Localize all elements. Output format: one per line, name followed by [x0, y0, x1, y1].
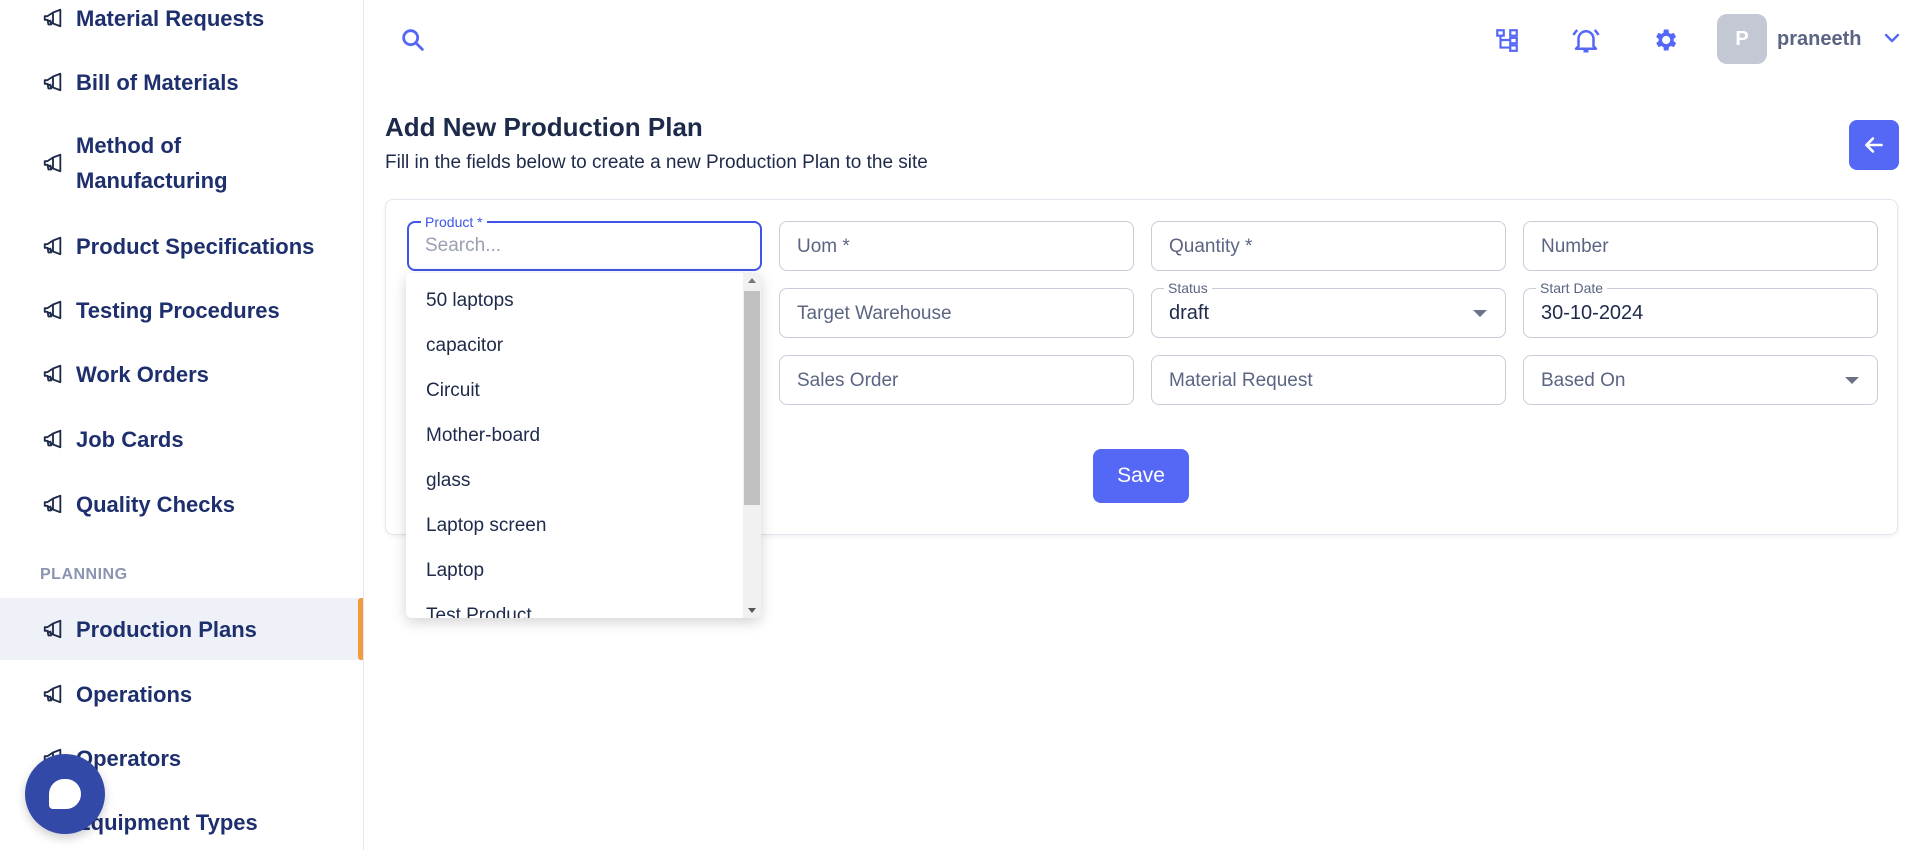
scroll-up-arrow-icon[interactable] — [748, 278, 756, 283]
dropdown-option[interactable]: Laptop — [426, 560, 484, 582]
sidebar-item-work-orders[interactable]: Work Orders — [0, 356, 362, 392]
save-button[interactable]: Save — [1093, 449, 1189, 503]
megaphone-icon — [40, 361, 66, 387]
material-request-placeholder: Material Request — [1169, 370, 1313, 391]
megaphone-icon — [40, 150, 66, 176]
start-date-field[interactable]: Start Date 30-10-2024 — [1523, 280, 1878, 338]
based-on-placeholder: Based On — [1541, 370, 1626, 391]
caret-down-icon — [1473, 310, 1487, 317]
sidebar-item-label: Job Cards — [76, 426, 184, 452]
dropdown-option[interactable]: Laptop screen — [426, 515, 546, 537]
number-field[interactable]: Number — [1523, 221, 1878, 271]
product-search-input[interactable] — [425, 235, 725, 257]
sidebar-item-label: Bill of Materials — [76, 69, 239, 95]
sidebar-item-quality-checks[interactable]: Quality Checks — [0, 486, 362, 522]
sidebar-item-production-plans[interactable]: Production Plans — [0, 598, 363, 660]
sidebar-item-label: Equipment Types — [76, 809, 258, 835]
org-chart-icon[interactable] — [1491, 24, 1523, 56]
sidebar-section-planning: PLANNING — [40, 566, 128, 583]
sidebar-item-job-cards[interactable]: Job Cards — [0, 421, 362, 457]
uom-placeholder: Uom * — [797, 236, 850, 257]
megaphone-icon — [40, 491, 66, 517]
product-label: Product * — [421, 214, 487, 230]
megaphone-icon — [40, 681, 66, 707]
sales-order-placeholder: Sales Order — [797, 370, 899, 391]
user-name[interactable]: praneeth — [1777, 28, 1861, 51]
target-warehouse-field[interactable]: Target Warehouse — [779, 288, 1134, 338]
sidebar-item-label: Operations — [76, 681, 193, 707]
product-search-field[interactable]: Product * — [407, 214, 762, 271]
start-date-value: 30-10-2024 — [1541, 302, 1644, 324]
arrow-left-icon — [1865, 137, 1883, 153]
sidebar-item-label-line2: Manufacturing — [76, 168, 228, 193]
scroll-down-arrow-icon[interactable] — [748, 608, 756, 613]
sidebar-item-label: Quality Checks — [76, 491, 235, 517]
start-date-label: Start Date — [1536, 280, 1608, 296]
product-options-dropdown: 50 laptops capacitor Circuit Mother-boar… — [406, 273, 761, 618]
status-select[interactable]: Status draft — [1151, 280, 1506, 338]
gear-icon[interactable] — [1649, 24, 1681, 56]
quantity-field[interactable]: Quantity * — [1151, 221, 1506, 271]
uom-field[interactable]: Uom * — [779, 221, 1134, 271]
status-label: Status — [1164, 280, 1212, 296]
number-placeholder: Number — [1541, 236, 1609, 257]
scrollbar-thumb[interactable] — [744, 291, 760, 505]
sidebar-item-operations[interactable]: Operations — [0, 676, 362, 712]
dropdown-option[interactable]: Mother-board — [426, 425, 540, 447]
dropdown-option[interactable]: 50 laptops — [426, 290, 514, 312]
search-icon[interactable] — [399, 26, 427, 54]
megaphone-icon — [40, 616, 66, 642]
megaphone-icon — [40, 69, 66, 95]
quantity-placeholder: Quantity * — [1169, 236, 1253, 257]
dropdown-option[interactable]: glass — [426, 470, 470, 492]
sales-order-field[interactable]: Sales Order — [779, 355, 1134, 405]
bell-icon[interactable] — [1570, 24, 1602, 56]
page-title: Add New Production Plan — [385, 112, 703, 142]
chat-widget-button[interactable] — [25, 754, 105, 834]
sidebar-item-label: Testing Procedures — [76, 297, 280, 323]
dropdown-option[interactable]: Circuit — [426, 380, 480, 402]
material-request-field[interactable]: Material Request — [1151, 355, 1506, 405]
sidebar-item-testing-procedures[interactable]: Testing Procedures — [0, 292, 362, 328]
avatar[interactable]: P — [1717, 14, 1767, 64]
sidebar-item-label: Work Orders — [76, 361, 209, 387]
page-subtitle: Fill in the fields below to create a new… — [385, 152, 928, 173]
sidebar-item-method-of-manufacturing[interactable]: Method of Manufacturing — [0, 128, 362, 198]
topbar: P praneeth — [365, 0, 1920, 80]
based-on-select[interactable]: Based On — [1523, 355, 1878, 405]
dropdown-option[interactable]: capacitor — [426, 335, 503, 357]
megaphone-icon — [40, 297, 66, 323]
chevron-down-icon[interactable] — [1880, 26, 1904, 50]
dropdown-option[interactable]: Test Product — [426, 605, 532, 618]
sidebar-item-bill-of-materials[interactable]: Bill of Materials — [0, 64, 362, 100]
sidebar-item-label: Material Requests — [76, 5, 265, 31]
sidebar-item-label: Production Plans — [76, 616, 257, 642]
chat-bubble-icon — [49, 779, 81, 809]
sidebar-item-label-line1: Method of — [76, 133, 182, 158]
megaphone-icon — [40, 233, 66, 259]
sidebar: Material Requests Bill of Materials Meth… — [0, 0, 364, 850]
target-warehouse-placeholder: Target Warehouse — [797, 303, 952, 324]
back-button[interactable] — [1849, 120, 1899, 170]
sidebar-item-label: Method of Manufacturing — [76, 128, 228, 198]
caret-down-icon — [1845, 377, 1859, 384]
sidebar-item-product-specifications[interactable]: Product Specifications — [0, 228, 362, 264]
megaphone-icon — [40, 5, 66, 31]
dropdown-scrollbar[interactable] — [743, 273, 761, 618]
status-value: draft — [1169, 302, 1210, 324]
sidebar-item-material-requests[interactable]: Material Requests — [0, 0, 362, 36]
sidebar-item-label: Product Specifications — [76, 233, 315, 259]
megaphone-icon — [40, 426, 66, 452]
